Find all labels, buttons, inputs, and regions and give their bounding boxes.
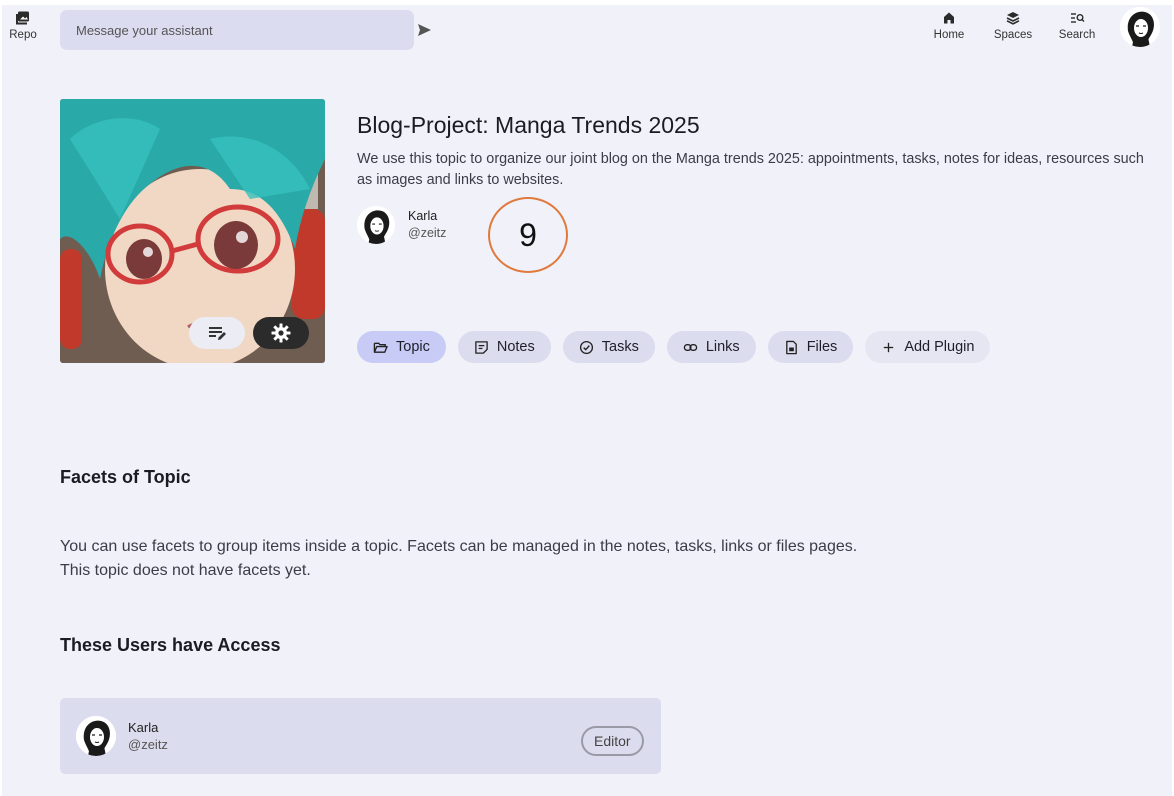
tab-links[interactable]: Links — [666, 331, 756, 363]
tab-files-label: Files — [806, 339, 838, 355]
tab-topic-label: Topic — [396, 339, 430, 355]
access-role-badge[interactable]: Editor — [581, 726, 644, 756]
send-icon[interactable] — [416, 22, 432, 38]
nav-search[interactable]: Search — [1054, 10, 1100, 41]
owner-avatar[interactable] — [357, 206, 395, 244]
owner-name: Karla — [408, 209, 438, 223]
assistant-message-input[interactable] — [60, 10, 414, 50]
nav-spaces[interactable]: Spaces — [990, 10, 1036, 41]
plus-icon — [884, 342, 894, 352]
user-portrait-icon — [1120, 7, 1160, 47]
access-heading: These Users have Access — [60, 635, 281, 655]
home-icon — [944, 12, 954, 24]
search-list-icon — [1071, 13, 1085, 23]
gear-icon — [271, 323, 291, 343]
user-avatar[interactable] — [1120, 7, 1160, 47]
edit-notes-icon — [209, 327, 226, 340]
nav-home-label: Home — [933, 29, 965, 41]
add-plugin-button[interactable]: Add Plugin — [865, 331, 991, 363]
topic-title: Blog-Project: Manga Trends 2025 — [357, 112, 700, 138]
tab-links-label: Links — [705, 339, 740, 355]
topic-description: We use this topic to organize our joint … — [357, 151, 1144, 188]
facets-info-line-1: You can use facets to group items inside… — [60, 538, 858, 555]
check-circle-icon — [579, 340, 593, 354]
nav-search-label: Search — [1058, 29, 1096, 41]
nav-home[interactable]: Home — [928, 10, 970, 41]
access-user-name: Karla — [128, 720, 159, 735]
owner-handle: @zeitz — [408, 226, 447, 240]
nav-spaces-label: Spaces — [993, 29, 1033, 41]
note-icon — [475, 340, 488, 354]
topic-settings-button[interactable] — [253, 317, 309, 349]
step-number-badge: 9 — [488, 197, 568, 273]
tab-topic[interactable]: Topic — [357, 331, 446, 363]
tab-tasks-label: Tasks — [601, 339, 639, 355]
facets-info-line-2: This topic does not have facets yet. — [60, 562, 311, 579]
access-user-card: Karla @zeitz Editor — [60, 698, 661, 774]
user-portrait-icon — [357, 206, 395, 244]
edit-topic-button[interactable] — [189, 317, 245, 349]
repo-label: Repo — [9, 29, 37, 41]
access-user-avatar[interactable] — [76, 716, 116, 756]
repo-nav[interactable]: Repo — [6, 10, 40, 41]
tab-notes-label: Notes — [496, 339, 535, 355]
topic-tabs: Topic Notes Tasks Links Files Add Plugin — [357, 331, 991, 363]
tab-tasks[interactable]: Tasks — [562, 331, 655, 363]
gallery-icon — [16, 11, 29, 25]
user-portrait-icon — [76, 716, 116, 756]
tab-notes[interactable]: Notes — [457, 331, 551, 363]
facets-info: You can use facets to group items inside… — [60, 535, 857, 583]
folder-open-icon — [373, 342, 388, 353]
facets-heading: Facets of Topic — [60, 467, 191, 487]
tab-files[interactable]: Files — [767, 331, 854, 363]
link-icon — [683, 343, 698, 351]
layers-icon — [1006, 12, 1020, 25]
add-plugin-label: Add Plugin — [904, 339, 975, 355]
file-icon — [785, 340, 797, 354]
topic-cover-image — [60, 99, 325, 363]
access-user-handle: @zeitz — [128, 737, 168, 752]
